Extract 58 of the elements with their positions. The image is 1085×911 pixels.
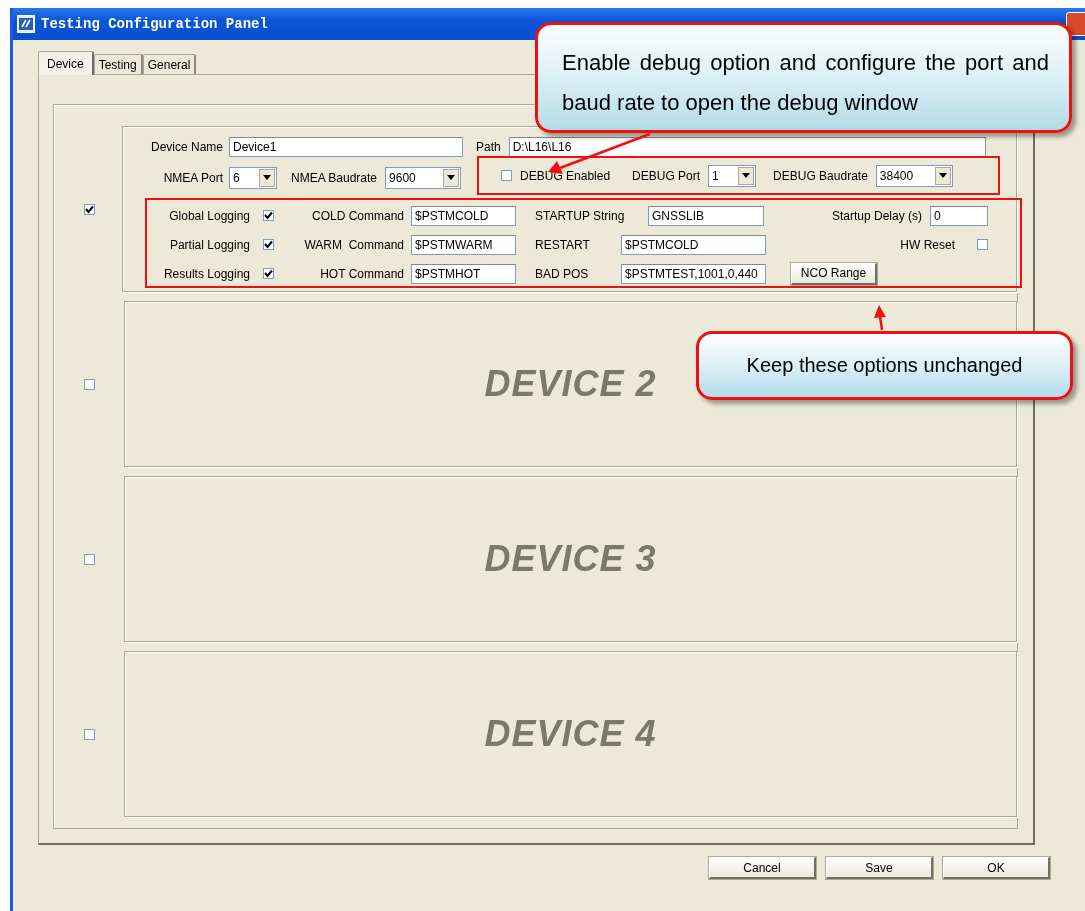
nmea-baudrate-dropdown[interactable]: 9600	[385, 166, 462, 189]
device-heading: DEVICE 2	[484, 363, 657, 405]
field-label: NMEA Port	[162, 170, 223, 185]
startup-delay-field[interactable]: 0	[930, 205, 988, 226]
device-name-field[interactable]: Device1	[229, 137, 463, 157]
checkbox-label: Partial Logging	[168, 237, 250, 252]
nmea-port-dropdown[interactable]: 6	[229, 166, 277, 189]
command-field[interactable]: $PSTMWARM	[411, 234, 516, 255]
field-label: RESTART	[534, 237, 591, 252]
caret-icon	[263, 175, 271, 180]
field-label: WARM Command	[303, 237, 405, 252]
callout: Keep these options unchanged	[696, 331, 1073, 400]
debug-port-dropdown[interactable]: 1	[708, 164, 757, 187]
device-checkbox[interactable]	[84, 553, 96, 565]
text-field[interactable]: $PSTMTEST,1001,0,440	[621, 263, 766, 284]
caret-icon	[938, 173, 947, 178]
debug-baudrate-dropdown[interactable]: 38400	[875, 164, 953, 187]
field-label: DEBUG Baudrate	[773, 168, 868, 183]
caret-icon	[447, 175, 456, 180]
device-heading: DEVICE 4	[484, 713, 657, 755]
device-checkbox[interactable]	[83, 203, 95, 215]
window-title: Testing Configuration Panel	[41, 16, 268, 32]
dialog-button[interactable]: OK	[943, 857, 1050, 879]
nco-range-button[interactable]: NCO Range	[791, 262, 877, 285]
field-label: HOT Command	[319, 266, 405, 281]
device-checkbox[interactable]	[84, 378, 96, 390]
logging-checkbox[interactable]	[263, 239, 274, 250]
dialog-button[interactable]: Cancel	[709, 857, 816, 879]
command-field[interactable]: $PSTMHOT	[411, 263, 516, 284]
field-label: BAD POS	[534, 266, 590, 281]
close-button[interactable]	[1066, 12, 1085, 36]
logging-checkbox[interactable]	[263, 268, 274, 279]
checkbox-label: Global Logging	[168, 208, 250, 223]
field-label: COLD Command	[310, 208, 405, 223]
field-label: Path	[476, 140, 501, 154]
field-label: Device Name	[149, 140, 223, 154]
logging-checkbox[interactable]	[263, 210, 274, 221]
dialog-button[interactable]: Save	[826, 857, 933, 879]
text-field[interactable]: $PSTMCOLD	[621, 234, 766, 255]
device-checkbox[interactable]	[84, 728, 96, 740]
command-field[interactable]: $PSTMCOLD	[411, 205, 516, 226]
field-label: DEBUG Port	[632, 168, 701, 183]
tab[interactable]: Device	[38, 51, 94, 75]
checkbox-label: HW Reset	[900, 237, 955, 252]
caret-icon	[742, 173, 751, 178]
text-field[interactable]: GNSSLIB	[648, 205, 764, 226]
device-heading: DEVICE 3	[484, 538, 657, 580]
path-field[interactable]: D:\L16\L16	[508, 137, 986, 157]
hw-reset-checkbox[interactable]	[977, 239, 988, 250]
tab[interactable]: General	[142, 54, 197, 74]
field-label: Startup Delay (s)	[831, 208, 922, 223]
callout: Enable debug option and configure the port and baud rate to open the debug window	[535, 22, 1072, 133]
debug-checkbox[interactable]	[501, 170, 513, 181]
tab[interactable]: Testing	[93, 54, 143, 74]
checkbox-label: Results Logging	[162, 266, 250, 281]
app-icon	[17, 15, 35, 33]
field-label: NMEA Baudrate	[291, 170, 378, 185]
arrow	[874, 305, 886, 331]
